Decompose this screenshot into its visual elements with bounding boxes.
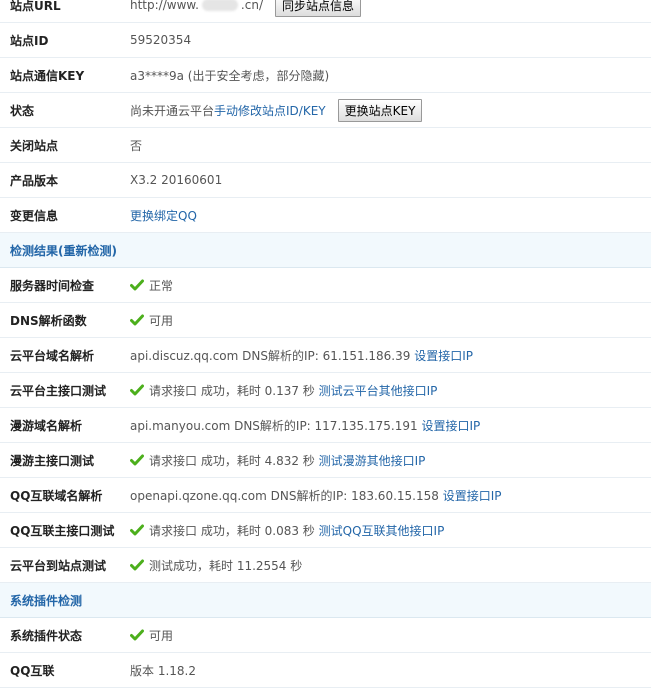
check-icon — [130, 384, 144, 396]
cloud-settings-panel: 站点URL http://www. .cn/ 同步站点信息 站点ID 59520… — [0, 0, 651, 688]
test-manyou-other-ip-link[interactable]: 测试漫游其他接口IP — [319, 452, 426, 469]
row-close-site: 关闭站点 否 — [0, 128, 651, 163]
row-cloud-domain: 云平台域名解析 api.discuz.qq.com DNS解析的IP: 61.1… — [0, 338, 651, 373]
set-api-ip-link[interactable]: 设置接口IP — [443, 487, 502, 504]
dns-func-value: 可用 — [149, 313, 174, 328]
label-close-site: 关闭站点 — [10, 138, 59, 153]
section-detect-results: 检测结果(重新检测) — [0, 233, 651, 268]
label-manyou-api: 漫游主接口测试 — [10, 453, 95, 468]
label-site-id: 站点ID — [10, 33, 49, 48]
label-qq-connect: QQ互联 — [10, 663, 55, 678]
change-site-key-button[interactable]: 更换站点KEY — [337, 98, 423, 122]
row-server-time: 服务器时间检查 正常 — [0, 268, 651, 303]
status-text: 尚未开通云平台 — [130, 103, 215, 118]
label-plugin-status: 系统插件状态 — [10, 628, 83, 643]
check-icon — [130, 279, 144, 291]
row-qq-domain: QQ互联域名解析 openapi.qzone.qq.com DNS解析的IP: … — [0, 478, 651, 513]
plugin-status-value: 可用 — [149, 628, 174, 643]
site-url-prefix: http://www. — [130, 0, 199, 12]
row-status: 状态 尚未开通云平台 手动修改站点ID/KEY 更换站点KEY — [0, 93, 651, 128]
row-site-url: 站点URL http://www. .cn/ 同步站点信息 — [0, 0, 651, 23]
row-change-info: 变更信息 更换绑定QQ — [0, 198, 651, 233]
site-id-value: 59520354 — [130, 33, 192, 47]
sync-site-info-button[interactable]: 同步站点信息 — [274, 0, 361, 17]
check-icon — [130, 629, 144, 641]
qq-api-text: 请求接口 成功，耗时 0.083 秒 — [149, 523, 315, 538]
row-cloud-to-site: 云平台到站点测试 测试成功，耗时 11.2554 秒 — [0, 548, 651, 583]
label-qq-domain: QQ互联域名解析 — [10, 488, 103, 503]
label-version: 产品版本 — [10, 173, 59, 188]
qq-connect-version: 版本 1.18.2 — [130, 663, 196, 678]
manyou-api-text: 请求接口 成功，耗时 4.832 秒 — [149, 453, 315, 468]
row-manyou-api: 漫游主接口测试 请求接口 成功，耗时 4.832 秒 测试漫游其他接口IP — [0, 443, 651, 478]
row-dns-func: DNS解析函数 可用 — [0, 303, 651, 338]
rebind-qq-link[interactable]: 更换绑定QQ — [130, 207, 197, 224]
row-site-key: 站点通信KEY a3****9a (出于安全考虑，部分隐藏) — [0, 58, 651, 93]
check-icon — [130, 314, 144, 326]
cloud-api-text: 请求接口 成功，耗时 0.137 秒 — [149, 383, 315, 398]
row-plugin-status: 系统插件状态 可用 — [0, 618, 651, 653]
row-manyou-domain: 漫游域名解析 api.manyou.com DNS解析的IP: 117.135.… — [0, 408, 651, 443]
set-api-ip-link[interactable]: 设置接口IP — [414, 347, 473, 364]
test-cloud-other-ip-link[interactable]: 测试云平台其他接口IP — [319, 382, 438, 399]
label-cloud-to-site: 云平台到站点测试 — [10, 558, 107, 573]
label-dns-func: DNS解析函数 — [10, 313, 87, 328]
label-cloud-api: 云平台主接口测试 — [10, 383, 107, 398]
check-icon — [130, 559, 144, 571]
row-qq-api: QQ互联主接口测试 请求接口 成功，耗时 0.083 秒 测试QQ互联其他接口I… — [0, 513, 651, 548]
test-qq-other-ip-link[interactable]: 测试QQ互联其他接口IP — [319, 522, 445, 539]
label-server-time: 服务器时间检查 — [10, 278, 95, 293]
check-icon — [130, 524, 144, 536]
cloud-domain-text: api.discuz.qq.com DNS解析的IP: 61.151.186.3… — [130, 348, 411, 363]
row-version: 产品版本 X3.2 20160601 — [0, 163, 651, 198]
section-title-plugins: 系统插件检测 — [10, 593, 83, 608]
site-url-suffix: .cn/ — [240, 0, 263, 12]
server-time-value: 正常 — [149, 278, 174, 293]
set-api-ip-link[interactable]: 设置接口IP — [421, 417, 480, 434]
redacted-text — [201, 0, 238, 11]
site-key-value: a3****9a (出于安全考虑，部分隐藏) — [130, 68, 330, 83]
version-value: X3.2 20160601 — [130, 173, 223, 187]
close-site-value: 否 — [130, 138, 143, 153]
label-site-key: 站点通信KEY — [10, 68, 85, 83]
qq-domain-text: openapi.qzone.qq.com DNS解析的IP: 183.60.15… — [130, 488, 439, 503]
manyou-domain-text: api.manyou.com DNS解析的IP: 117.135.175.191 — [130, 418, 418, 433]
label-manyou-domain: 漫游域名解析 — [10, 418, 83, 433]
label-qq-api: QQ互联主接口测试 — [10, 523, 115, 538]
label-site-url: 站点URL — [10, 0, 61, 13]
section-title-detect[interactable]: 检测结果(重新检测) — [0, 242, 117, 259]
label-status: 状态 — [10, 103, 35, 118]
label-cloud-domain: 云平台域名解析 — [10, 348, 95, 363]
row-qq-connect: QQ互联 版本 1.18.2 — [0, 653, 651, 688]
check-icon — [130, 454, 144, 466]
edit-site-id-key-link[interactable]: 手动修改站点ID/KEY — [214, 102, 326, 119]
label-change-info: 变更信息 — [10, 208, 59, 223]
row-cloud-api: 云平台主接口测试 请求接口 成功，耗时 0.137 秒 测试云平台其他接口IP — [0, 373, 651, 408]
cloud-to-site-text: 测试成功，耗时 11.2554 秒 — [149, 558, 303, 573]
section-plugin-detect: 系统插件检测 — [0, 583, 651, 618]
row-site-id: 站点ID 59520354 — [0, 23, 651, 58]
value-site-url: http://www. .cn/ 同步站点信息 — [130, 0, 651, 17]
